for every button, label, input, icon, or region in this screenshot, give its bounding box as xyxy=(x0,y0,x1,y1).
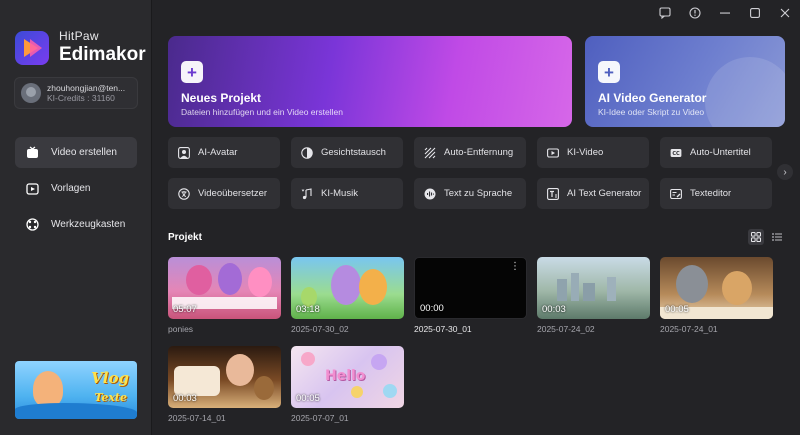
project-card[interactable]: 00:03 2025-07-14_01 xyxy=(168,346,281,423)
ai-video-subtitle: KI-Idee oder Skript zu Video xyxy=(598,107,705,117)
tool-ki-video[interactable]: KI-Video xyxy=(537,137,649,168)
vlog-promo-banner[interactable]: Vlog Texte xyxy=(15,361,137,419)
brand-sub: HitPaw xyxy=(59,29,99,43)
promo-character xyxy=(33,371,63,407)
subtitle-icon: CC xyxy=(669,146,682,159)
new-project-subtitle: Dateien hinzufügen und ein Video erstell… xyxy=(181,107,343,117)
project-duration: 03:18 xyxy=(296,304,320,315)
avatar-icon xyxy=(177,146,190,159)
sidebar-item-video-erstellen[interactable]: Video erstellen xyxy=(15,137,137,168)
project-card[interactable]: 00:05 2025-07-24_01 xyxy=(660,257,773,334)
sidebar-item-label: Vorlagen xyxy=(51,183,91,194)
project-thumbnail[interactable]: 00:03 xyxy=(168,346,281,408)
tts-icon xyxy=(423,187,436,200)
sidebar-item-vorlagen[interactable]: Vorlagen xyxy=(15,173,137,204)
more-options-icon[interactable]: ⋮ xyxy=(510,261,520,272)
maximize-icon[interactable] xyxy=(740,0,770,26)
project-name: 2025-07-07_01 xyxy=(291,413,349,423)
ai-video-generator-card[interactable]: + AI Video Generator KI-Idee oder Skript… xyxy=(585,36,785,127)
list-view-icon[interactable] xyxy=(769,229,785,245)
plus-icon: + xyxy=(598,61,620,83)
project-duration: 00:05 xyxy=(296,393,320,404)
project-thumbnail[interactable]: 05:07 xyxy=(168,257,281,319)
tool-gesichtstausch[interactable]: Gesichtstausch xyxy=(291,137,403,168)
text-editor-icon xyxy=(669,187,682,200)
project-duration: 00:05 xyxy=(665,304,689,315)
app-window: HitPaw Edimakor zhouhongjian@ten... KI-C… xyxy=(0,0,800,435)
window-controls xyxy=(650,0,800,26)
video-icon xyxy=(25,146,39,160)
project-card[interactable]: 03:18 2025-07-30_02 xyxy=(291,257,404,334)
plus-icon: + xyxy=(181,61,203,83)
template-icon xyxy=(25,182,39,196)
sidebar-item-label: Werkzeugkasten xyxy=(51,219,126,230)
project-duration: 00:03 xyxy=(173,393,197,404)
auto-remove-icon xyxy=(423,146,436,159)
avatar xyxy=(21,83,41,103)
promo-line2: Texte xyxy=(94,391,127,404)
grid-view-icon[interactable] xyxy=(748,229,764,245)
brand: HitPaw Edimakor xyxy=(15,29,146,66)
tool-ki-musik[interactable]: KI-Musik xyxy=(291,178,403,209)
project-thumbnail[interactable]: 00:03 xyxy=(537,257,650,319)
info-icon[interactable] xyxy=(680,0,710,26)
projects-heading: Projekt xyxy=(168,232,202,243)
brand-main: Edimakor xyxy=(59,44,146,66)
project-name: 2025-07-14_01 xyxy=(168,413,226,423)
tool-ai-text-generator[interactable]: AI Text Generator xyxy=(537,178,649,209)
project-thumbnail[interactable]: ⋮ 00:00 xyxy=(414,257,527,319)
project-duration: 05:07 xyxy=(173,304,197,315)
tool-auto-untertitel[interactable]: CC Auto-Untertitel xyxy=(660,137,772,168)
project-thumbnail[interactable]: 00:05 xyxy=(660,257,773,319)
new-project-title: Neues Projekt xyxy=(181,91,262,105)
text-generator-icon xyxy=(546,187,559,200)
chevron-right-icon[interactable]: › xyxy=(777,164,793,180)
project-name: ponies xyxy=(168,324,194,334)
sidebar-item-werkzeugkasten[interactable]: Werkzeugkasten xyxy=(15,209,137,240)
tool-ai-avatar[interactable]: AI-Avatar xyxy=(168,137,280,168)
user-account-card[interactable]: zhouhongjian@ten... KI-Credits : 31160 xyxy=(14,77,138,109)
minimize-icon[interactable] xyxy=(710,0,740,26)
project-card[interactable]: 05:07 ponies xyxy=(168,257,281,334)
project-name: 2025-07-24_01 xyxy=(660,324,718,334)
project-card[interactable]: ⋮ 00:00 2025-07-30_01 xyxy=(414,257,527,334)
project-name: 2025-07-30_02 xyxy=(291,324,349,334)
tool-text-zu-sprache[interactable]: Text zu Sprache xyxy=(414,178,526,209)
thumbnail-hello-text: Hello xyxy=(325,368,366,384)
project-duration: 00:00 xyxy=(420,303,444,314)
ai-video-title: AI Video Generator xyxy=(598,91,707,105)
music-icon xyxy=(300,187,313,200)
project-duration: 00:03 xyxy=(542,304,566,315)
ai-video-icon xyxy=(546,146,559,159)
project-thumbnail[interactable]: 03:18 xyxy=(291,257,404,319)
tool-texteditor[interactable]: Texteditor xyxy=(660,178,772,209)
project-name: 2025-07-30_01 xyxy=(414,324,472,334)
tool-auto-entfernung[interactable]: Auto-Entfernung xyxy=(414,137,526,168)
new-project-card[interactable]: + Neues Projekt Dateien hinzufügen und e… xyxy=(168,36,572,127)
project-name: 2025-07-24_02 xyxy=(537,324,595,334)
sidebar: HitPaw Edimakor zhouhongjian@ten... KI-C… xyxy=(0,0,152,435)
sidebar-nav: Video erstellen Vorlagen Werkzeugkasten xyxy=(15,137,137,245)
user-email: zhouhongjian@ten... xyxy=(47,82,126,93)
toolbox-icon xyxy=(25,218,39,232)
chat-icon[interactable] xyxy=(650,0,680,26)
sidebar-item-label: Video erstellen xyxy=(51,147,117,158)
tool-videouebersetzer[interactable]: Videoübersetzer xyxy=(168,178,280,209)
close-icon[interactable] xyxy=(770,0,800,26)
translate-icon xyxy=(177,187,190,200)
project-card[interactable]: 00:03 2025-07-24_02 xyxy=(537,257,650,334)
project-thumbnail[interactable]: Hello 00:05 xyxy=(291,346,404,408)
svg-text:CC: CC xyxy=(672,151,680,157)
user-credits: KI-Credits : 31160 xyxy=(47,93,115,103)
tool-grid: AI-Avatar Gesichtstausch Auto-Entfernung… xyxy=(168,137,772,209)
face-swap-icon xyxy=(300,146,313,159)
project-card[interactable]: Hello 00:05 2025-07-07_01 xyxy=(291,346,404,423)
promo-line1: Vlog xyxy=(91,369,129,387)
edimakor-logo-icon xyxy=(15,31,49,66)
